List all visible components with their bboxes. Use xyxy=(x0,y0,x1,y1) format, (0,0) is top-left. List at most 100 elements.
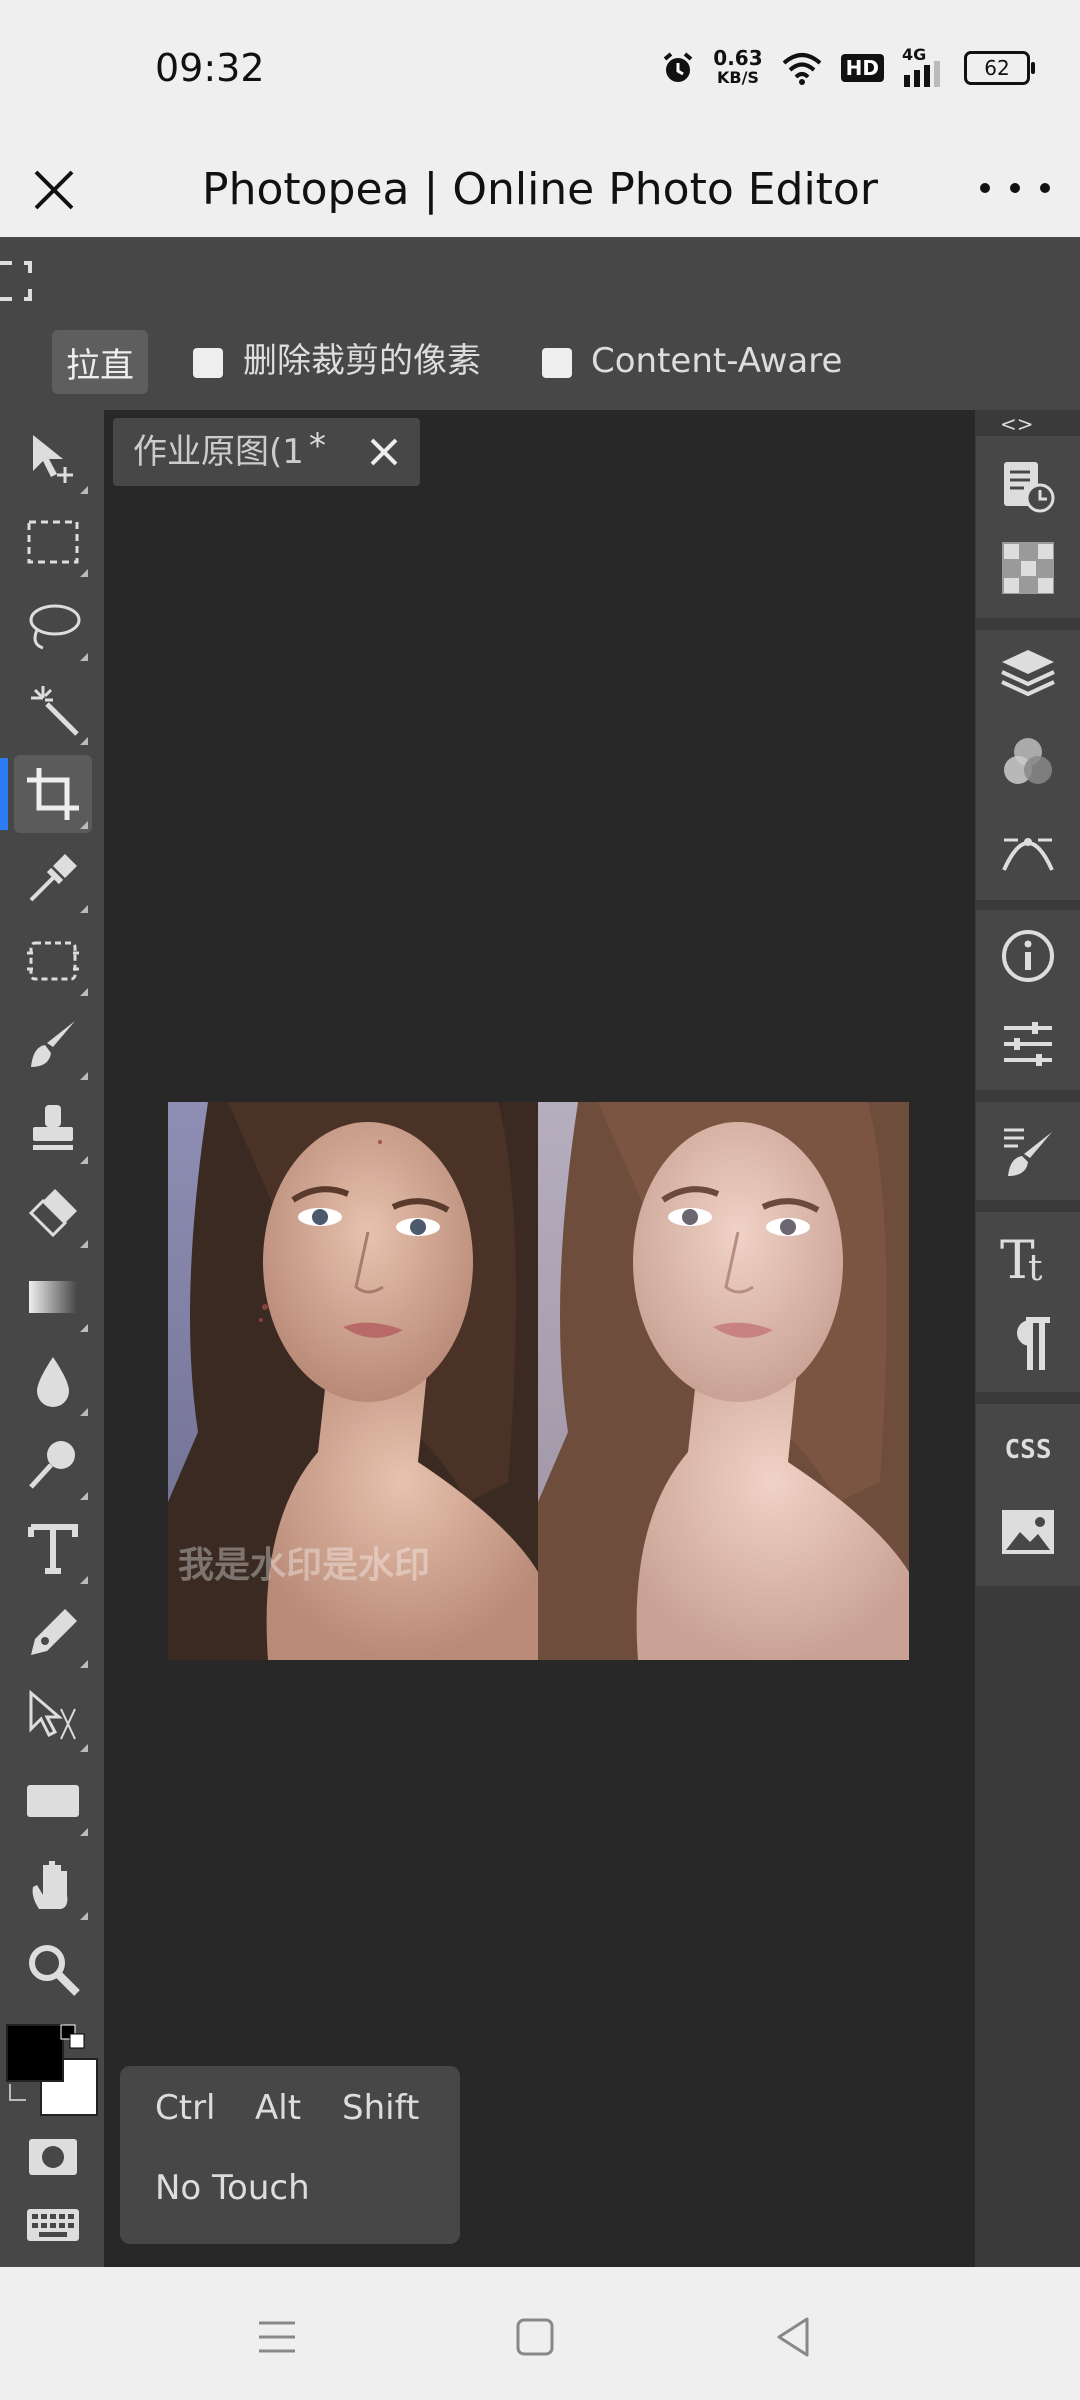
properties-panel-button[interactable] xyxy=(996,1012,1060,1076)
delete-cropped-pixels-checkbox[interactable] xyxy=(193,348,223,378)
image-panel-button[interactable] xyxy=(996,1500,1060,1564)
panel-group-info xyxy=(976,910,1080,1090)
crop-tool[interactable] xyxy=(14,755,92,833)
gradient-tool[interactable] xyxy=(14,1258,92,1336)
direct-select-icon xyxy=(29,1689,76,1740)
shape-tool[interactable] xyxy=(14,1762,92,1840)
eyedropper-icon xyxy=(29,854,77,902)
magic-wand-tool[interactable] xyxy=(14,671,92,749)
paragraph-icon xyxy=(1017,1317,1050,1370)
magic-wand-icon xyxy=(31,686,79,736)
drop-icon xyxy=(37,1357,69,1407)
paths-panel-button[interactable] xyxy=(996,818,1060,882)
cell-signal: 4G xyxy=(902,45,946,87)
lasso-tool[interactable] xyxy=(14,587,92,665)
swap-colors-icon[interactable] xyxy=(6,2080,32,2106)
status-icons: 0.63 KB/S HD 4G 62 xyxy=(661,45,1035,88)
info-panel-button[interactable] xyxy=(996,924,1060,988)
watermark-text: 我是水印是水印 xyxy=(178,1545,430,1586)
browser-title-bar: Photopea | Online Photo Editor xyxy=(0,140,1080,237)
no-touch-button[interactable]: No Touch xyxy=(155,2168,310,2208)
paths-icon xyxy=(1002,838,1054,871)
brush-tool[interactable] xyxy=(14,1006,92,1084)
back-nav-icon[interactable] xyxy=(763,2307,823,2367)
hand-tool[interactable] xyxy=(14,1846,92,1924)
document-tab[interactable]: 作业原图(1 * xyxy=(113,418,420,486)
ctrl-modifier-button[interactable]: Ctrl xyxy=(155,2088,216,2128)
home-nav-icon[interactable] xyxy=(505,2307,565,2367)
document-canvas-image[interactable]: 我是水印是水印 xyxy=(168,1102,909,1660)
pen-tool[interactable] xyxy=(14,1594,92,1672)
zoom-tool[interactable] xyxy=(14,1930,92,2008)
image-icon xyxy=(1002,1510,1054,1554)
selection-corner-icon[interactable] xyxy=(0,259,32,303)
foreground-color-swatch[interactable] xyxy=(6,2024,64,2082)
brush-settings-panel-button[interactable] xyxy=(996,1118,1060,1182)
hand-icon xyxy=(32,1861,68,1909)
info-icon xyxy=(1002,930,1054,982)
close-tab-icon[interactable] xyxy=(368,436,400,468)
blur-tool[interactable] xyxy=(14,1342,92,1420)
lasso-icon xyxy=(29,604,81,650)
eyedropper-tool[interactable] xyxy=(14,839,92,917)
frame-tool[interactable] xyxy=(14,922,92,1000)
path-select-tool[interactable] xyxy=(14,1678,92,1756)
portrait-comparison-image: 我是水印是水印 xyxy=(168,1102,909,1660)
hd-badge: HD xyxy=(840,54,884,82)
swatches-panel-button[interactable] xyxy=(996,536,1060,600)
stamp-icon xyxy=(33,1105,73,1150)
status-bar: 09:32 0.63 KB/S HD 4G 62 xyxy=(0,0,1080,140)
shift-modifier-button[interactable]: Shift xyxy=(342,2088,419,2128)
zoom-icon xyxy=(29,1945,80,1996)
type-tool[interactable] xyxy=(14,1510,92,1588)
panel-collapse-toggle[interactable]: <> xyxy=(1000,412,1034,436)
straighten-button[interactable]: 拉直 xyxy=(52,330,148,394)
brush-settings-icon xyxy=(1004,1128,1052,1176)
frame-icon xyxy=(27,941,79,981)
history-panel-button[interactable] xyxy=(996,454,1060,518)
system-nav-bar xyxy=(0,2267,1080,2400)
panel-group-css: CSS xyxy=(976,1404,1080,1586)
close-icon[interactable] xyxy=(26,162,82,218)
panel-group-history xyxy=(976,436,1080,618)
eraser-tool[interactable] xyxy=(14,1174,92,1252)
quick-mask-button[interactable] xyxy=(14,2118,92,2196)
dodge-icon xyxy=(29,1441,75,1489)
move-tool[interactable] xyxy=(14,420,92,498)
alt-modifier-button[interactable]: Alt xyxy=(255,2088,301,2128)
panel-group-brush xyxy=(976,1102,1080,1200)
default-colors-icon[interactable] xyxy=(60,2024,86,2050)
keyboard-button[interactable] xyxy=(14,2186,92,2264)
css-panel-button[interactable]: CSS xyxy=(996,1418,1060,1482)
character-panel-button[interactable]: Tt xyxy=(996,1226,1060,1290)
content-aware-checkbox[interactable] xyxy=(542,348,572,378)
net-speed: 0.63 KB/S xyxy=(713,48,762,88)
panel-group-layers xyxy=(976,630,1080,900)
marquee-icon xyxy=(27,520,79,564)
channels-icon xyxy=(1004,738,1052,784)
gradient-icon xyxy=(29,1281,77,1313)
status-time: 09:32 xyxy=(155,46,265,90)
css-label: CSS xyxy=(1004,1435,1052,1465)
menu-nav-icon[interactable] xyxy=(247,2307,307,2367)
battery-indicator: 62 xyxy=(964,51,1035,85)
clone-stamp-tool[interactable] xyxy=(14,1090,92,1168)
dodge-tool[interactable] xyxy=(14,1426,92,1504)
rect-marquee-tool[interactable] xyxy=(14,503,92,581)
net-speed-unit: KB/S xyxy=(716,68,759,87)
channels-panel-button[interactable] xyxy=(996,730,1060,794)
history-icon xyxy=(1004,462,1055,513)
pen-icon xyxy=(31,1609,77,1655)
quick-mask-icon xyxy=(29,2139,77,2175)
brush-icon xyxy=(31,1021,75,1067)
touch-modifiers-popup: Ctrl Alt Shift No Touch xyxy=(120,2066,460,2244)
signal-bars-icon xyxy=(904,61,940,87)
layers-panel-button[interactable] xyxy=(996,642,1060,706)
alarm-icon xyxy=(664,52,693,82)
delete-cropped-pixels-label: 删除裁剪的像素 xyxy=(243,341,481,381)
paragraph-panel-button[interactable] xyxy=(996,1312,1060,1376)
type-icon xyxy=(28,1524,78,1574)
more-options-button[interactable] xyxy=(980,160,1050,216)
battery-level: 62 xyxy=(984,56,1010,80)
layers-icon xyxy=(1001,650,1055,697)
